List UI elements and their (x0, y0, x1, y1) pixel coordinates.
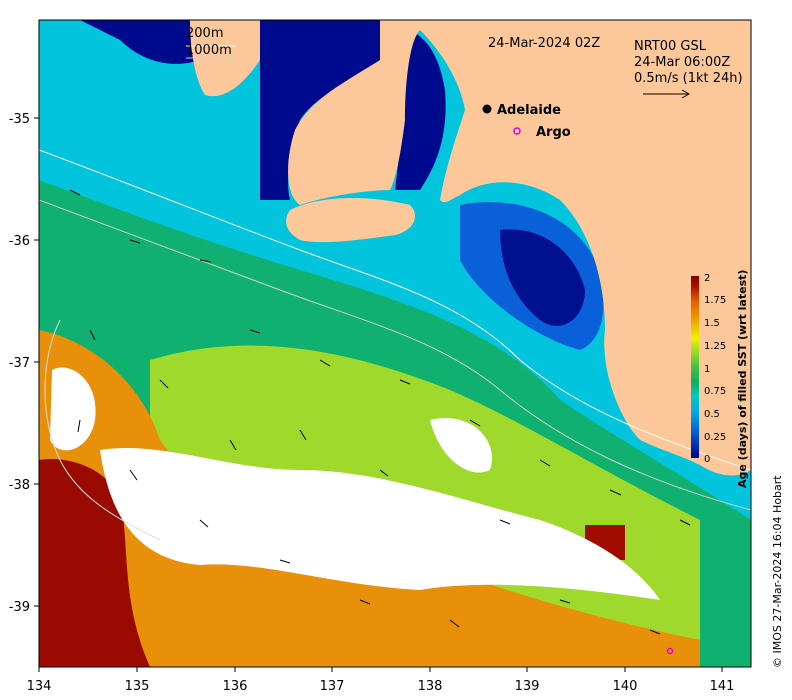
colorbar-tick: 0.25 (704, 432, 726, 443)
colorbar (691, 276, 699, 458)
x-axis-labels: 134 135 136 137 138 139 140 141 (27, 679, 735, 694)
product-line-3: 0.5m/s (1kt 24h) (634, 71, 743, 86)
x-tick-label: 139 (515, 679, 540, 694)
map-panel (39, 20, 751, 667)
y-axis-labels: -35 -36 -37 -38 -39 (9, 112, 30, 615)
colorbar-tick: 1.75 (704, 295, 726, 306)
y-axis (34, 117, 39, 607)
colorbar-tick: 1 (704, 364, 710, 375)
product-line-1: NRT00 GSL (634, 39, 707, 54)
y-tick-label: -39 (9, 600, 30, 615)
product-line-2: 24-Mar 06:00Z (634, 55, 730, 70)
x-tick-label: 141 (710, 679, 735, 694)
credit: © IMOS 27-Mar-2024 16:04 Hobart (771, 475, 784, 668)
colorbar-tick: 0 (704, 454, 710, 465)
x-tick-label: 135 (125, 679, 150, 694)
x-tick-label: 137 (320, 679, 345, 694)
argo-label: Argo (536, 125, 571, 140)
colorbar-tick: 2 (704, 273, 710, 284)
sst-age-map-figure: 200m 1000m 24-Mar-2024 02Z NRT00 GSL 24-… (9, 19, 784, 694)
adelaide-marker (482, 104, 492, 114)
colorbar-tick: 0.75 (704, 386, 726, 397)
colorbar-title: Age (days) of filled SST (wrt latest) (736, 270, 749, 488)
colorbar-tick: 0.5 (704, 409, 720, 420)
y-tick-label: -37 (9, 356, 30, 371)
x-tick-label: 138 (418, 679, 443, 694)
y-tick-label: -36 (9, 234, 30, 249)
y-tick-label: -35 (9, 112, 30, 127)
x-axis (38, 667, 723, 672)
x-tick-label: 136 (223, 679, 248, 694)
x-tick-label: 134 (27, 679, 52, 694)
colorbar-tick: 1.5 (704, 318, 720, 329)
adelaide-label: Adelaide (497, 103, 561, 118)
contour-key-1000m: 1000m (186, 43, 232, 58)
colorbar-tick: 1.25 (704, 341, 726, 352)
timestamp: 24-Mar-2024 02Z (488, 36, 600, 51)
y-tick-label: -38 (9, 478, 30, 493)
contour-key-200m: 200m (186, 26, 223, 41)
x-tick-label: 140 (613, 679, 638, 694)
